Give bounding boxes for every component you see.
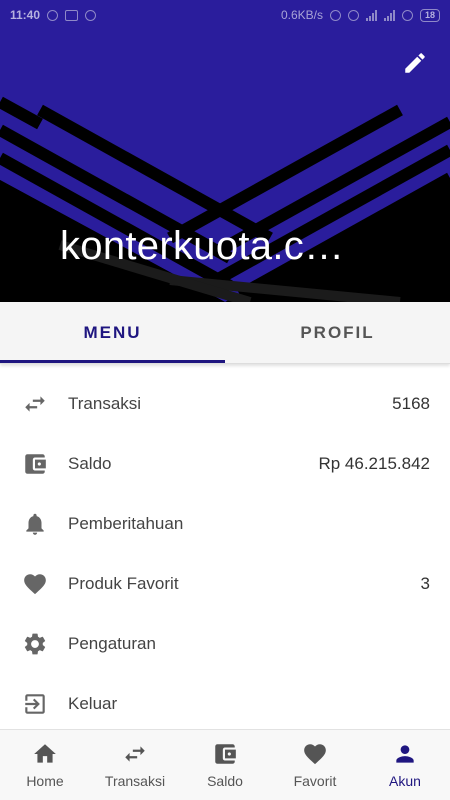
signal-icon [365, 9, 377, 21]
menu-item-value: 5168 [392, 394, 430, 413]
menu-item-label: Produk Favorit [68, 574, 179, 593]
nav-label: Akun [389, 773, 421, 789]
sync-icon [85, 9, 97, 21]
tab-profil[interactable]: PROFIL [225, 302, 450, 363]
bell-icon [22, 511, 48, 537]
status-bar: 11:40 0.6KB/s 18 [0, 0, 450, 30]
menu-item-saldo[interactable]: Saldo Rp 46.215.842 [0, 434, 450, 494]
swap-arrows-icon [122, 741, 148, 767]
menu-item-value: Rp 46.215.842 [318, 454, 430, 473]
screen-icon [65, 9, 79, 21]
network-speed: 0.6KB/s [280, 8, 323, 22]
menu-item-value: 3 [420, 574, 430, 593]
menu-item-label: Pemberitahuan [68, 514, 184, 533]
person-icon [392, 741, 418, 767]
menu-item-label: Transaksi [68, 394, 142, 413]
nav-saldo[interactable]: Saldo [180, 730, 270, 800]
status-bar-right: 0.6KB/s 18 [281, 8, 440, 22]
nav-label: Transaksi [104, 773, 166, 789]
menu-item-keluar[interactable]: Keluar [0, 674, 450, 734]
swap-arrows-icon [22, 391, 48, 417]
heart-icon [22, 571, 48, 597]
heart-icon [302, 741, 328, 767]
wallet-icon [22, 451, 48, 477]
nav-transaksi[interactable]: Transaksi [90, 730, 180, 800]
battery-icon: 18 [419, 8, 440, 22]
menu-item-pengaturan[interactable]: Pengaturan [0, 614, 450, 674]
wallet-icon [212, 741, 238, 767]
home-icon [32, 741, 58, 767]
tab-bar: MENU PROFIL [0, 302, 450, 364]
account-menu: Transaksi 5168 Saldo Rp 46.215.842 Pembe… [0, 374, 450, 734]
nav-akun[interactable]: Akun [360, 730, 450, 800]
tab-menu[interactable]: MENU [0, 302, 225, 363]
account-name: konterkuota.c… [60, 224, 345, 268]
app-notification-icon [47, 9, 59, 21]
logout-icon [22, 691, 48, 717]
pencil-icon [405, 53, 425, 73]
nav-home[interactable]: Home [0, 730, 90, 800]
wifi-icon [401, 9, 413, 21]
menu-item-pemberitahuan[interactable]: Pemberitahuan [0, 494, 450, 554]
signal-2-icon [383, 9, 395, 21]
gear-icon [22, 631, 48, 657]
bottom-navigation: Home Transaksi Saldo Favorit Akun [0, 729, 450, 800]
alarm-icon [347, 9, 359, 21]
nav-label: Home [26, 773, 64, 789]
menu-item-produk-favorit[interactable]: Produk Favorit 3 [0, 554, 450, 614]
edit-profile-button[interactable] [402, 50, 432, 80]
menu-item-label: Keluar [68, 694, 118, 713]
nav-favorit[interactable]: Favorit [270, 730, 360, 800]
menu-item-label: Saldo [68, 454, 112, 473]
status-time: 11:40 [10, 8, 41, 22]
nav-label: Saldo [207, 773, 243, 789]
nav-label: Favorit [293, 773, 337, 789]
profile-header: konterkuota.c… [0, 30, 450, 302]
menu-item-transaksi[interactable]: Transaksi 5168 [0, 374, 450, 434]
mute-icon [329, 9, 341, 21]
menu-item-label: Pengaturan [68, 634, 156, 653]
status-bar-left: 11:40 [10, 8, 97, 22]
